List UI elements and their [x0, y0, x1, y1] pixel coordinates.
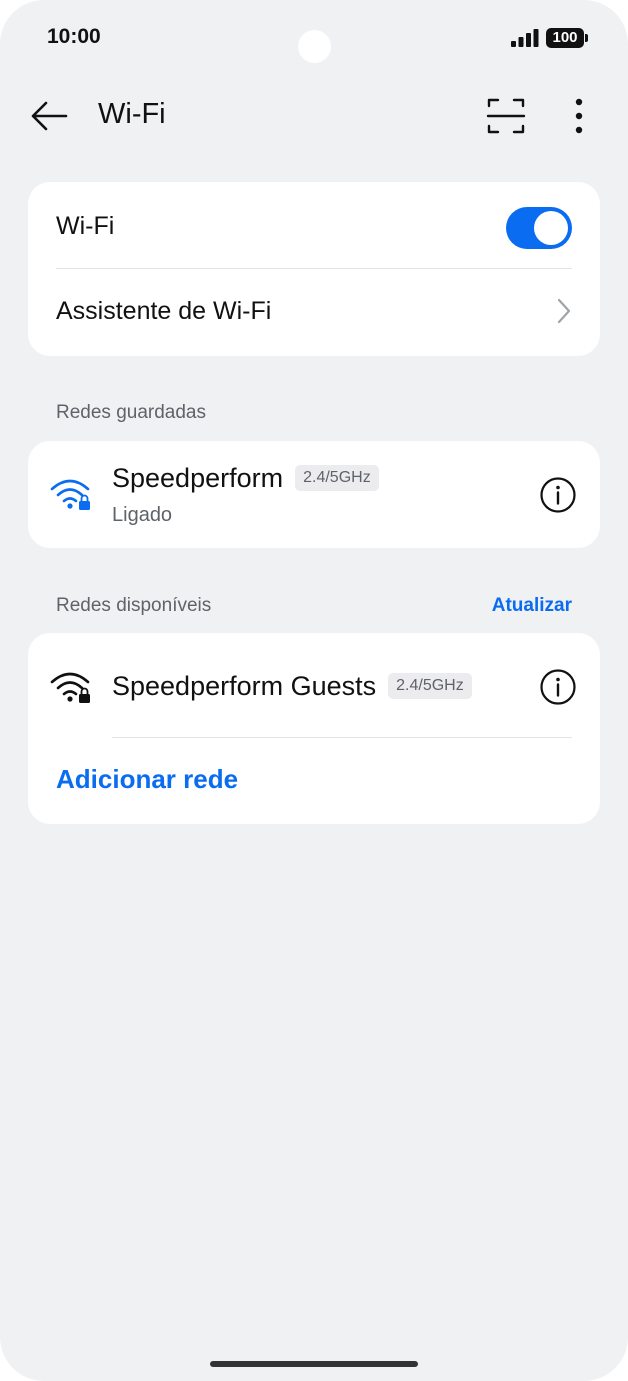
available-network-row[interactable]: Speedperform Guests 2.4/5GHz	[28, 633, 600, 737]
divider	[112, 737, 572, 738]
more-options-icon[interactable]	[566, 96, 592, 136]
wifi-assistant-label: Assistente de Wi-Fi	[56, 297, 272, 325]
chevron-right-icon	[557, 298, 571, 324]
saved-network-row[interactable]: Speedperform 2.4/5GHz Ligado	[28, 441, 600, 548]
wifi-label: Wi-Fi	[56, 212, 115, 240]
phone-screen: 10:00 100 Wi-Fi Wi-Fi Assistente de Wi-F…	[0, 0, 628, 1381]
wifi-assistant-row[interactable]: Assistente de Wi-Fi	[28, 269, 600, 356]
signal-icon	[511, 29, 539, 47]
toggle-knob	[534, 211, 568, 245]
wifi-settings-card: Wi-Fi Assistente de Wi-Fi	[28, 182, 600, 356]
network-status: Ligado	[112, 504, 173, 526]
battery-level: 100	[552, 29, 578, 46]
info-icon[interactable]	[539, 668, 577, 706]
back-arrow-icon[interactable]	[28, 96, 70, 136]
info-icon[interactable]	[539, 476, 577, 514]
saved-networks-card: Speedperform 2.4/5GHz Ligado	[28, 441, 600, 548]
wifi-lock-icon	[50, 672, 90, 703]
network-name: Speedperform 2.4/5GHz	[112, 463, 379, 494]
home-indicator[interactable]	[210, 1361, 418, 1367]
scan-icon[interactable]	[486, 96, 526, 136]
network-name: Speedperform Guests 2.4/5GHz	[112, 671, 472, 702]
network-name-text: Speedperform Guests	[112, 671, 377, 701]
band-badge: 2.4/5GHz	[388, 672, 472, 699]
band-badge: 2.4/5GHz	[295, 464, 379, 491]
page-title: Wi-Fi	[98, 98, 166, 130]
available-networks-card: Speedperform Guests 2.4/5GHz Adicionar re…	[28, 633, 600, 824]
wifi-lock-icon	[50, 479, 90, 510]
camera-cutout	[298, 30, 331, 63]
status-time: 10:00	[47, 25, 101, 48]
add-network-button[interactable]: Adicionar rede	[56, 764, 238, 795]
wifi-toggle[interactable]	[506, 207, 572, 249]
saved-networks-label: Redes guardadas	[56, 402, 206, 423]
refresh-link[interactable]: Atualizar	[492, 595, 572, 617]
network-name-text: Speedperform	[112, 463, 284, 493]
battery-icon: 100	[546, 28, 584, 48]
available-networks-label: Redes disponíveis	[56, 595, 212, 616]
battery-tip	[585, 34, 588, 42]
